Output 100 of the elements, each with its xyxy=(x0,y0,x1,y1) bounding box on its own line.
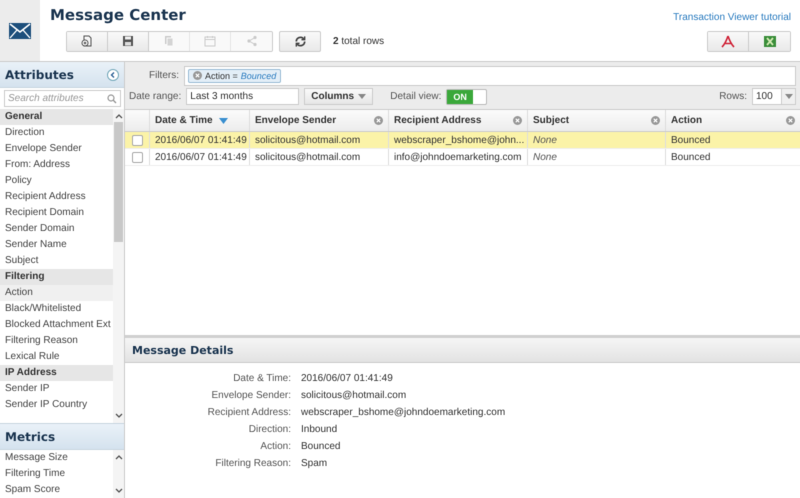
attribute-item[interactable]: Blocked Attachment Ext xyxy=(0,317,113,333)
share-icon xyxy=(246,35,258,47)
scroll-up-icon[interactable] xyxy=(114,454,122,460)
scroll-down-icon[interactable] xyxy=(114,413,122,419)
caret-icon xyxy=(358,94,366,99)
attribute-item[interactable]: Recipient Address xyxy=(0,189,113,205)
filter-chip[interactable]: Action = Bounced xyxy=(188,68,282,82)
pdf-icon xyxy=(721,34,735,48)
detail-view-label: Detail view: xyxy=(390,91,442,102)
attribute-item[interactable]: Policy xyxy=(0,173,113,189)
date-range-label: Date range: xyxy=(129,91,182,102)
table-cell: 2016/06/07 01:41:49 xyxy=(150,149,250,165)
rows-dropdown[interactable]: 100 xyxy=(752,88,796,105)
table-cell: None xyxy=(528,149,666,165)
calendar-icon xyxy=(204,35,216,47)
attribute-item[interactable]: Recipient Domain xyxy=(0,205,113,221)
remove-column-icon[interactable] xyxy=(651,116,660,125)
total-rows-count: 2 total rows xyxy=(333,36,384,46)
sort-descending-icon[interactable] xyxy=(218,118,228,124)
attribute-item[interactable]: Lexical Rule xyxy=(0,349,113,365)
column-header[interactable]: Envelope Sender xyxy=(250,110,389,131)
attribute-item[interactable]: Direction xyxy=(0,125,113,141)
new-button[interactable] xyxy=(67,32,108,50)
attribute-item[interactable]: Filtering Reason xyxy=(0,333,113,349)
table-cell-text: Bounced xyxy=(670,134,712,148)
attribute-item[interactable]: Sender Name xyxy=(0,237,113,253)
detail-value: Spam xyxy=(301,458,328,469)
new-document-icon xyxy=(81,35,93,47)
metrics-title: Metrics xyxy=(5,430,56,444)
date-range-field[interactable]: Last 3 months xyxy=(186,88,300,105)
search-field[interactable]: Search attributes xyxy=(4,90,121,107)
detail-label: Date & Time: xyxy=(232,373,291,384)
attribute-item[interactable]: From: Address xyxy=(0,157,113,173)
attribute-item[interactable]: Sender Domain xyxy=(0,221,113,237)
scrollbar[interactable] xyxy=(113,109,124,423)
detail-label: Action: xyxy=(259,441,291,452)
row-checkbox[interactable] xyxy=(132,152,142,162)
attribute-item[interactable]: Envelope Sender xyxy=(0,141,113,157)
table-cell: solicitous@hotmail.com xyxy=(250,149,389,165)
row-checkbox[interactable] xyxy=(132,134,142,146)
tutorial-link[interactable]: Transaction Viewer tutorial xyxy=(673,12,791,22)
column-header[interactable]: Date & Time xyxy=(150,110,250,131)
refresh-button[interactable] xyxy=(279,30,321,52)
scrollbar[interactable] xyxy=(113,450,124,498)
remove-column-icon[interactable] xyxy=(786,116,795,125)
table-row[interactable]: 2016/06/07 01:41:49 solicitous@hotmail.com webscraper_bshome@john... None Bounced xyxy=(125,132,800,149)
detail-label: Filtering Reason: xyxy=(214,458,291,469)
columns-dropdown[interactable]: Columns xyxy=(304,88,374,105)
caret-icon xyxy=(784,94,792,99)
remove-column-icon[interactable] xyxy=(374,116,383,125)
spreadsheet-icon xyxy=(762,34,776,48)
scroll-up-icon[interactable] xyxy=(114,113,122,119)
column-header[interactable]: Subject xyxy=(528,110,666,131)
filters-label: Filters: xyxy=(148,70,179,81)
table-row[interactable]: 2016/06/07 01:41:49 solicitous@hotmail.com info@johndoemarketing.com None Bounced xyxy=(125,149,800,166)
detail-value: 2016/06/07 01:41:49 xyxy=(301,373,393,384)
attributes-title: Attributes xyxy=(5,68,74,82)
column-header[interactable]: Action xyxy=(666,110,800,131)
filter-value: Bounced xyxy=(240,70,276,80)
table-cell: info@johndoemarketing.com xyxy=(389,149,528,165)
remove-column-icon[interactable] xyxy=(513,116,522,125)
table-cell: solicitous@hotmail.com xyxy=(250,132,389,148)
attribute-item[interactable]: Action xyxy=(0,285,113,301)
detail-value: solicitous@hotmail.com xyxy=(301,390,406,401)
remove-icon[interactable] xyxy=(193,71,202,80)
scroll-down-icon[interactable] xyxy=(114,488,122,494)
filters-field[interactable]: Action = Bounced xyxy=(184,66,796,86)
save-icon xyxy=(122,35,134,47)
table-cell: 2016/06/07 01:41:49 xyxy=(150,132,250,148)
search-icon xyxy=(107,94,117,104)
excel-export-button[interactable] xyxy=(749,32,790,50)
table-cell: webscraper_bshome@john... xyxy=(389,132,528,148)
metric-item[interactable]: Message Size xyxy=(0,450,113,466)
save-button[interactable] xyxy=(108,32,149,50)
envelope-icon xyxy=(9,22,31,38)
detail-value: Bounced xyxy=(301,441,340,452)
metric-item[interactable]: Filtering Time xyxy=(0,466,113,482)
table-cell: None xyxy=(528,132,666,148)
refresh-icon xyxy=(294,34,306,48)
detail-label: Direction: xyxy=(248,424,291,435)
metric-item[interactable]: Spam Score xyxy=(0,482,113,498)
copy-icon xyxy=(163,35,175,47)
detail-label: Recipient Address: xyxy=(206,407,291,418)
group-header: IP Address xyxy=(0,365,113,381)
details-title: Message Details xyxy=(132,344,234,356)
filter-field-name: Action = xyxy=(205,70,238,80)
pdf-export-button[interactable] xyxy=(708,32,749,50)
attribute-item[interactable]: Sender IP xyxy=(0,381,113,397)
attribute-item[interactable]: Subject xyxy=(0,253,113,269)
collapse-icon[interactable] xyxy=(107,68,119,80)
table-cell-text: Bounced xyxy=(670,150,712,164)
group-header: Filtering xyxy=(0,269,113,285)
detail-value: webscraper_bshome@johndoemarketing.com xyxy=(301,407,506,418)
detail-label: Envelope Sender: xyxy=(210,390,291,401)
page-title: Message Center xyxy=(50,6,186,24)
rows-label: Rows: xyxy=(719,91,747,102)
group-header: General xyxy=(0,109,113,125)
attribute-item[interactable]: Sender IP Country xyxy=(0,397,113,413)
column-header[interactable]: Recipient Address xyxy=(389,110,528,131)
attribute-item[interactable]: Black/Whitelisted xyxy=(0,301,113,317)
